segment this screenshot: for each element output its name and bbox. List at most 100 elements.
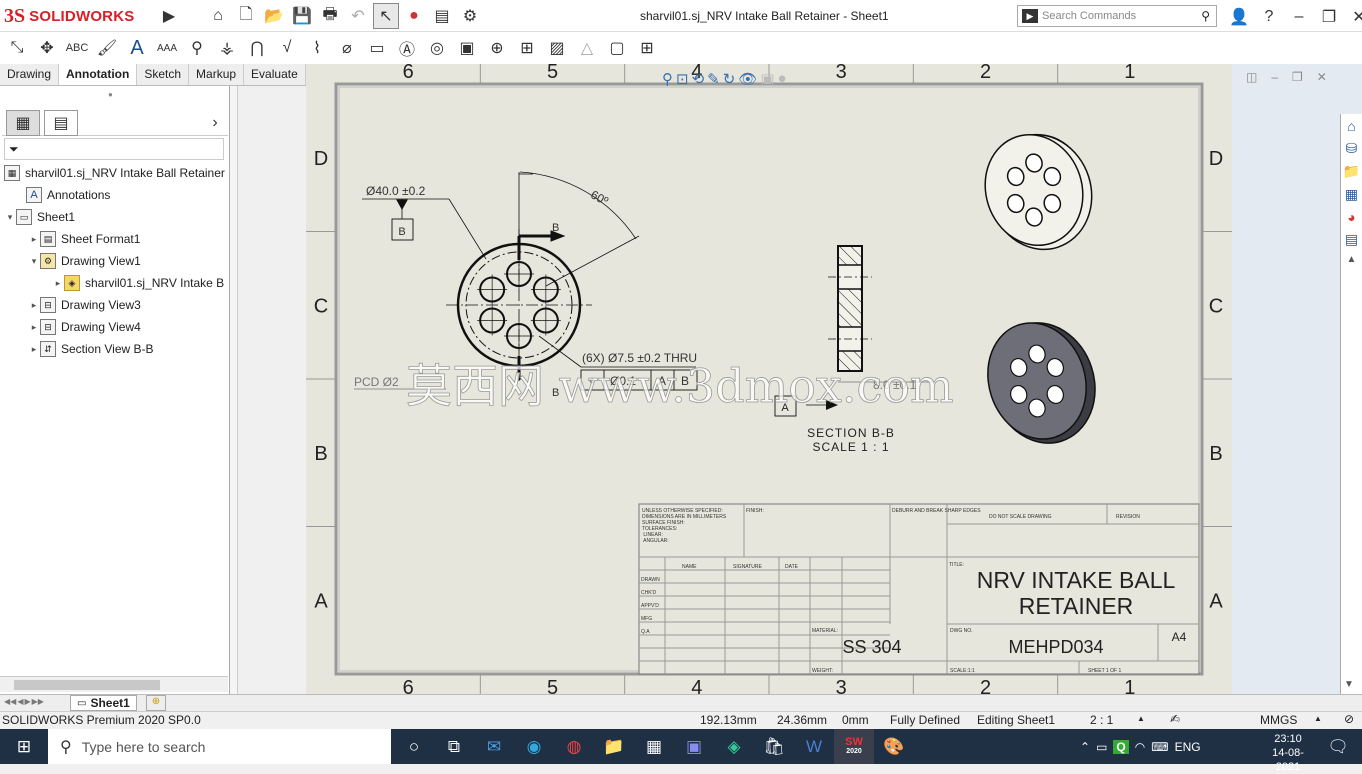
menu-arrow-icon[interactable]: ▶: [156, 3, 182, 29]
edit-sheet-icon[interactable]: ✎: [707, 70, 720, 88]
revision-cloud-icon[interactable]: △: [574, 35, 600, 61]
rebuild-icon[interactable]: ●: [401, 3, 427, 29]
edge-icon[interactable]: ◉: [514, 729, 554, 764]
design-library-icon[interactable]: ⛁: [1346, 140, 1358, 157]
tree-item-annotations[interactable]: A Annotations: [26, 185, 110, 205]
close-window-icon[interactable]: ✕: [1346, 4, 1362, 30]
panel-grip-icon[interactable]: ●: [108, 90, 113, 99]
datum-b-label[interactable]: B: [398, 226, 405, 238]
windows-start-icon[interactable]: ⊞: [4, 729, 44, 764]
status-units[interactable]: MMGS: [1260, 713, 1297, 727]
clock[interactable]: 23:10 14-08-2021: [1262, 732, 1314, 774]
word-icon[interactable]: W: [794, 729, 834, 764]
first-sheet-icon[interactable]: ◀◀: [4, 697, 16, 706]
notifications-icon[interactable]: 🗨: [1318, 729, 1358, 764]
expand-arrow-icon[interactable]: ▸: [28, 234, 40, 245]
smart-dimension-icon[interactable]: ⤡: [4, 35, 30, 61]
property-manager-tab-icon[interactable]: ▤: [44, 109, 78, 136]
file-explorer-icon[interactable]: 📁: [1343, 163, 1360, 180]
feature-manager-tab-icon[interactable]: ▦: [6, 109, 40, 136]
undo-icon[interactable]: ↶: [345, 3, 371, 29]
keyboard-icon[interactable]: ⌨: [1151, 740, 1168, 754]
restore-window-icon[interactable]: ❐: [1316, 4, 1342, 30]
units-up-arrow-icon[interactable]: ▲: [1314, 714, 1322, 723]
search-magnifier-icon[interactable]: ⚲: [1201, 9, 1210, 23]
solidworks-resources-icon[interactable]: ⌂: [1347, 118, 1355, 134]
rebuild-view-icon[interactable]: ↻: [723, 70, 736, 88]
tables-icon[interactable]: ⊞: [634, 35, 660, 61]
task-view-icon[interactable]: ⧉: [434, 729, 474, 764]
file-properties-icon[interactable]: ▤: [429, 3, 455, 29]
wifi-icon[interactable]: ◠: [1135, 740, 1145, 754]
tree-item-part[interactable]: ▸ ◈ sharvil01.sj_NRV Intake B: [52, 273, 224, 293]
search-commands-box[interactable]: ▶ Search Commands ⚲: [1017, 5, 1217, 27]
apply-scene-icon[interactable]: ●: [778, 70, 787, 88]
doc-close-icon[interactable]: ✕: [1317, 70, 1327, 84]
tree-item-section-view[interactable]: ▸ ⇵ Section View B-B: [28, 339, 154, 359]
expand-arrow-icon[interactable]: ▸: [28, 344, 40, 355]
select-cursor-icon[interactable]: ↖: [373, 3, 399, 29]
doc-minimize-icon[interactable]: –: [1271, 70, 1278, 84]
surface-finish-icon[interactable]: √: [274, 35, 300, 61]
hide-show-icon[interactable]: 👁: [738, 70, 757, 88]
maps-icon[interactable]: ◈: [714, 729, 754, 764]
balloon-icon[interactable]: ⚲: [184, 35, 210, 61]
horizontal-scrollbar[interactable]: [0, 676, 228, 692]
open-folder-icon[interactable]: 📂: [261, 3, 287, 29]
print-icon[interactable]: 🖶: [317, 3, 343, 29]
calculator-icon[interactable]: ▦: [634, 729, 674, 764]
weld-symbol-icon[interactable]: ⌇: [304, 35, 330, 61]
center-mark-icon[interactable]: ⊕: [484, 35, 510, 61]
language-indicator[interactable]: ENG: [1175, 740, 1201, 754]
previous-view-icon[interactable]: ⟲: [692, 70, 705, 88]
format-painter-icon[interactable]: 🖌: [94, 35, 120, 61]
zoom-to-area-icon[interactable]: ⊡: [676, 70, 689, 88]
datum-feature-icon[interactable]: Ⓐ: [394, 35, 420, 61]
file-explorer-taskbar-icon[interactable]: 📁: [594, 729, 634, 764]
sheet-tab[interactable]: ▭ Sheet1: [70, 695, 137, 711]
graphics-area[interactable]: 665544332211DDCCBBAA Ø40.0 ±0.2 B 60º B …: [306, 64, 1232, 694]
drawing-number[interactable]: MEHPD034: [1008, 637, 1103, 657]
centerline-icon[interactable]: ⊞: [514, 35, 540, 61]
minimize-window-icon[interactable]: –: [1286, 4, 1312, 30]
paint-icon[interactable]: 🎨: [874, 729, 914, 764]
user-icon[interactable]: 👤: [1226, 4, 1252, 30]
tree-filter[interactable]: ⏷: [4, 138, 224, 160]
pcd-dimension[interactable]: PCD Ø2: [354, 375, 399, 389]
solidworks-taskbar-icon[interactable]: SW 2020: [834, 729, 874, 764]
area-hatch-icon[interactable]: ▨: [544, 35, 570, 61]
tree-item-sheet-format[interactable]: ▸ ▤ Sheet Format1: [28, 229, 140, 249]
blocks-icon[interactable]: ▣: [454, 35, 480, 61]
qbittorrent-icon[interactable]: Q: [1113, 739, 1129, 754]
panel-splitter[interactable]: [230, 86, 238, 694]
last-sheet-icon[interactable]: ▶▶: [32, 697, 44, 706]
drawing-title-line1[interactable]: NRV INTAKE BALL: [977, 567, 1176, 593]
collapse-arrow-icon[interactable]: ▾: [28, 256, 40, 267]
solidworks-logo[interactable]: 3S SOLIDWORKS: [4, 2, 154, 30]
show-hidden-icons-icon[interactable]: ⌃: [1080, 740, 1090, 754]
options-gear-icon[interactable]: ⚙: [457, 3, 483, 29]
teams-icon[interactable]: ▣: [674, 729, 714, 764]
search-input[interactable]: Search Commands: [1042, 10, 1201, 22]
home-icon[interactable]: ⌂: [205, 3, 231, 29]
prev-sheet-icon[interactable]: ◀: [17, 697, 23, 706]
expand-arrow-icon[interactable]: ▸: [28, 300, 40, 311]
help-icon[interactable]: ?: [1256, 4, 1282, 30]
panel-expand-arrow-icon[interactable]: ›: [202, 110, 228, 136]
cortana-icon[interactable]: ○: [394, 729, 434, 764]
scroll-up-icon[interactable]: ▲: [1347, 254, 1357, 265]
tab-evaluate[interactable]: Evaluate: [244, 64, 306, 85]
rebuild-status-icon[interactable]: ✍: [1170, 712, 1180, 726]
scale-up-arrow-icon[interactable]: ▲: [1137, 714, 1145, 723]
appearances-icon[interactable]: ◕: [1347, 209, 1355, 225]
tab-annotation[interactable]: Annotation: [59, 64, 138, 85]
magnetic-line-icon[interactable]: ⋂: [244, 35, 270, 61]
sheet-size[interactable]: A4: [1172, 630, 1187, 644]
view-settings-icon[interactable]: ▣: [760, 70, 774, 88]
expand-arrow-icon[interactable]: ▸: [52, 278, 64, 289]
add-sheet-icon[interactable]: ⊕: [146, 695, 166, 711]
doc-restore-icon[interactable]: ❐: [1292, 70, 1303, 84]
store-icon[interactable]: 🛍: [754, 729, 794, 764]
collapse-arrow-icon[interactable]: ▾: [4, 212, 16, 223]
tree-root[interactable]: ▦ sharvil01.sj_NRV Intake Ball Retainer: [4, 163, 225, 183]
